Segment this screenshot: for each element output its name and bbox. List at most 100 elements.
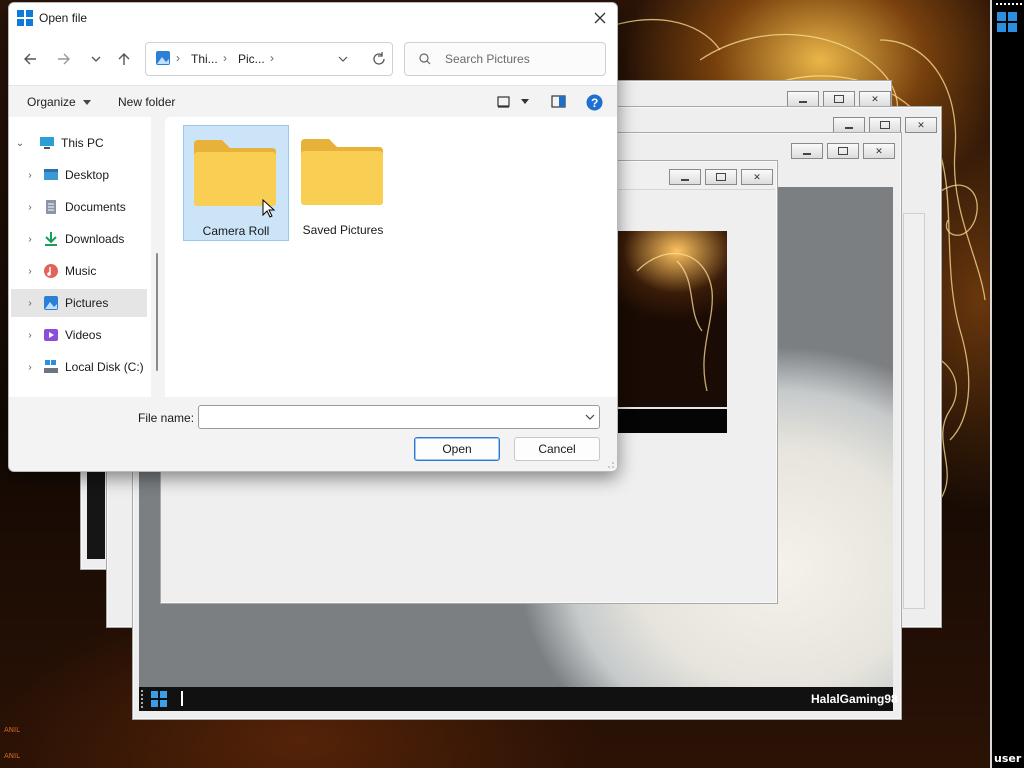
chevron-right-icon[interactable]: › <box>23 330 37 341</box>
tree-item-downloads[interactable]: › Downloads <box>11 225 147 253</box>
chevron-down-icon[interactable] <box>338 56 348 63</box>
svg-text:?: ? <box>591 96 598 110</box>
preview-taskbar <box>617 407 727 433</box>
chevron-right-icon[interactable]: › <box>23 234 37 245</box>
minimize-button[interactable] <box>833 117 865 133</box>
tree-item-label: Music <box>65 264 97 278</box>
dialog-title: Open file <box>39 11 88 25</box>
folder-saved-pictures[interactable]: Saved Pictures <box>291 125 395 239</box>
folder-camera-roll[interactable]: Camera Roll <box>183 125 289 241</box>
close-button[interactable] <box>589 8 611 28</box>
navigation-scrollbar[interactable] <box>156 253 158 371</box>
organize-label: Organize <box>27 95 76 109</box>
navigation-bar: › Thi... › Pic... › Search Pictures <box>9 33 617 86</box>
forward-button[interactable] <box>53 48 75 70</box>
tree-item-this-pc[interactable]: ⌄ This PC <box>11 129 147 157</box>
caret-down-icon <box>83 99 92 105</box>
username-label: HalalGaming98 <box>811 692 898 706</box>
help-button[interactable]: ? <box>586 94 603 114</box>
file-list: Camera Roll Saved Pictures <box>165 117 617 397</box>
refresh-icon[interactable] <box>372 52 386 66</box>
chevron-down-icon <box>91 56 101 62</box>
desktop-icon <box>44 169 58 180</box>
chevron-down-icon[interactable] <box>585 414 595 421</box>
window-controls: ✕ <box>833 117 937 133</box>
breadcrumb-this-pc[interactable]: Thi... <box>191 52 218 66</box>
close-button[interactable]: ✕ <box>859 91 891 107</box>
chevron-right-icon[interactable]: › <box>23 202 37 213</box>
chevron-right-icon[interactable]: › <box>23 362 37 373</box>
pictures-icon <box>44 296 58 310</box>
dialog-titlebar[interactable]: Open file <box>9 3 617 33</box>
view-options-button[interactable] <box>497 95 533 112</box>
back-button[interactable] <box>19 48 41 70</box>
inner-taskbar: HalalGaming98 <box>139 687 898 711</box>
tree-item-videos[interactable]: › Videos <box>11 321 147 349</box>
new-folder-button[interactable]: New folder <box>118 95 175 109</box>
tree-item-label: Videos <box>65 328 102 342</box>
chevron-right-icon[interactable]: › <box>23 266 37 277</box>
tree-item-music[interactable]: › Music <box>11 257 147 285</box>
search-box[interactable]: Search Pictures <box>404 42 606 76</box>
recent-locations-button[interactable] <box>85 48 107 70</box>
windows-logo-icon[interactable] <box>151 691 167 707</box>
view-icon <box>497 96 529 108</box>
close-button[interactable]: ✕ <box>905 117 937 133</box>
maximize-button[interactable] <box>869 117 901 133</box>
downloads-icon <box>45 232 57 246</box>
window-content <box>87 471 105 559</box>
tree-item-documents[interactable]: › Documents <box>11 193 147 221</box>
minimize-button[interactable] <box>791 143 823 159</box>
maximize-button[interactable] <box>823 91 855 107</box>
navigation-pane: ⌄ This PC › Desktop › Documents › Downlo… <box>9 117 151 397</box>
dialog-footer: File name: Open Cancel <box>9 397 617 471</box>
documents-icon <box>46 200 56 214</box>
taskbar-grip <box>141 690 146 708</box>
minimize-button[interactable] <box>787 91 819 107</box>
close-button[interactable]: ✕ <box>863 143 895 159</box>
preview-pane-icon <box>551 95 566 108</box>
minimize-button[interactable] <box>669 169 701 185</box>
preview-pane-button[interactable] <box>551 95 567 112</box>
maximize-button[interactable] <box>827 143 859 159</box>
breadcrumb-chevron: › <box>270 51 274 65</box>
folder-icon <box>301 139 383 205</box>
pictures-icon <box>156 51 170 65</box>
organize-button[interactable]: Organize <box>27 95 92 109</box>
window-controls: ✕ <box>669 169 773 185</box>
close-icon <box>594 12 606 24</box>
drive-icon <box>44 360 58 373</box>
breadcrumb-chevron: › <box>176 51 180 65</box>
maximize-button[interactable] <box>705 169 737 185</box>
wallpaper-preview <box>617 231 727 433</box>
start-button-icon[interactable] <box>997 12 1017 32</box>
up-button[interactable] <box>113 48 135 70</box>
help-icon: ? <box>586 94 603 111</box>
open-file-dialog: Open file › Thi... › Pic... › Search Pic… <box>8 2 618 472</box>
open-button[interactable]: Open <box>414 437 500 461</box>
folder-label: Saved Pictures <box>302 223 384 237</box>
arrow-up-icon <box>118 53 130 65</box>
tree-item-local-disk[interactable]: › Local Disk (C:) <box>11 353 147 381</box>
tree-item-desktop[interactable]: › Desktop <box>11 161 147 189</box>
tree-item-pictures[interactable]: › Pictures <box>11 289 147 317</box>
close-button[interactable]: ✕ <box>741 169 773 185</box>
tree-item-label: Local Disk (C:) <box>65 360 144 374</box>
windows-logo-icon <box>17 10 33 26</box>
address-bar[interactable]: › Thi... › Pic... › <box>145 42 393 76</box>
chevron-right-icon[interactable]: › <box>23 298 37 309</box>
tree-item-label: Documents <box>65 200 126 214</box>
resize-grip-icon[interactable] <box>607 461 615 469</box>
file-name-input[interactable] <box>198 405 600 429</box>
cancel-button[interactable]: Cancel <box>514 437 600 461</box>
arrow-left-icon <box>24 53 36 65</box>
chevron-right-icon[interactable]: › <box>23 170 37 181</box>
search-icon <box>419 53 431 65</box>
text-cursor <box>181 691 183 706</box>
side-taskbar: user <box>990 0 1024 768</box>
computer-icon <box>40 137 54 149</box>
chevron-down-icon[interactable]: ⌄ <box>13 138 27 149</box>
tree-item-label: This PC <box>61 136 104 150</box>
breadcrumb-pictures[interactable]: Pic... <box>238 52 265 66</box>
tree-item-label: Desktop <box>65 168 110 182</box>
